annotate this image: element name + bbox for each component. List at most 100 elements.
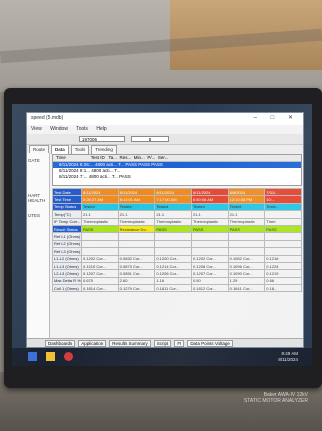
table-cell[interactable]: Tested — [117, 202, 156, 212]
table-cell[interactable]: Tested — [190, 202, 229, 212]
table-cell[interactable]: 0.1202 Cor... — [190, 254, 229, 263]
table-cell[interactable]: 0.670 — [81, 276, 119, 286]
table-cell[interactable]: 0.1207 Cor... — [81, 269, 119, 278]
table-cell[interactable]: 0.1208 Cor... — [190, 261, 229, 271]
table-cell[interactable]: 12:10:08 PM — [227, 195, 266, 204]
table-cell[interactable]: Therr — [264, 217, 302, 226]
list-item[interactable]: 8/11/2024 7:... 4800 acti... T... PASS — [53, 174, 301, 180]
table-cell[interactable]: 0.0873 Cor... — [117, 261, 156, 271]
table-cell[interactable]: Tested — [81, 202, 119, 212]
table-cell[interactable] — [227, 247, 266, 256]
table-cell[interactable]: 21.1 — [227, 210, 266, 219]
col-ser[interactable]: Ser... — [158, 155, 169, 160]
table-cell[interactable]: 8:26:27 AM — [81, 195, 119, 204]
table-cell[interactable]: PASS — [227, 224, 266, 234]
table-cell[interactable]: Thermoplastic — [190, 217, 229, 226]
table-cell[interactable] — [154, 232, 192, 241]
table-cell[interactable]: PASS — [81, 224, 119, 234]
left-label[interactable] — [27, 178, 49, 188]
menu-help[interactable]: Help — [96, 126, 106, 132]
table-cell[interactable]: 0.1206 Cor... — [154, 269, 192, 278]
table-cell[interactable] — [227, 232, 266, 241]
table-cell[interactable] — [117, 232, 156, 241]
left-label[interactable]: HART HEALTH — [27, 188, 49, 208]
table-cell[interactable]: 6:50:06 AM — [190, 195, 229, 204]
table-cell[interactable] — [81, 232, 119, 241]
left-label[interactable]: GATE — [27, 153, 49, 168]
table-cell[interactable] — [264, 210, 302, 219]
left-label[interactable] — [27, 168, 49, 178]
table-cell[interactable]: Resistance Do... — [117, 224, 156, 234]
table-cell[interactable]: PASS — [190, 224, 229, 234]
table-cell[interactable]: Thermoplastic — [81, 217, 119, 226]
table-cell[interactable]: Teste... — [264, 202, 302, 212]
table-cell[interactable] — [117, 247, 156, 256]
table-cell[interactable] — [264, 232, 302, 241]
table-cell[interactable]: 10:... — [264, 195, 302, 204]
table-cell[interactable] — [264, 247, 302, 256]
bottom-tab[interactable]: Script — [153, 339, 172, 347]
menu-view[interactable]: View — [31, 126, 42, 132]
count-field[interactable]: 8 — [131, 136, 169, 142]
table-cell[interactable]: 0.1219 — [264, 269, 302, 278]
table-cell[interactable]: 8/11/2024 — [81, 187, 119, 197]
bottom-tab[interactable]: FI — [174, 339, 185, 347]
table-cell[interactable]: 0.1279 Cor... — [117, 284, 156, 293]
table-cell[interactable]: 0.50 — [190, 276, 229, 286]
bottom-tab[interactable]: Dashboards — [45, 339, 76, 347]
table-cell[interactable]: 0.1214 Cor... — [154, 261, 192, 271]
table-cell[interactable]: PASS — [264, 224, 302, 234]
col-res[interactable]: Res... — [120, 155, 132, 160]
table-cell[interactable] — [264, 239, 302, 249]
table-cell[interactable]: 0.1224 — [264, 261, 302, 271]
app-icon[interactable] — [64, 352, 73, 361]
table-cell[interactable]: 21.1 — [117, 210, 156, 219]
col-min[interactable]: Min... — [134, 155, 145, 160]
table-cell[interactable]: 0.1812 Cor... — [190, 284, 229, 293]
folder-icon[interactable] — [46, 352, 55, 361]
table-cell[interactable]: 7/31/... — [264, 187, 302, 197]
table-cell[interactable] — [190, 232, 229, 241]
table-cell[interactable]: 8/11/2024 — [117, 187, 156, 197]
table-cell[interactable]: 0.66 — [264, 276, 302, 286]
table-cell[interactable]: 0.1641 Cor... — [227, 284, 266, 293]
table-cell[interactable] — [190, 239, 229, 249]
table-cell[interactable] — [154, 239, 192, 249]
menu-window[interactable]: Window — [50, 126, 68, 132]
table-cell[interactable]: Thermoplastic — [117, 217, 156, 226]
table-cell[interactable]: 0.1216 — [264, 254, 302, 263]
bottom-tab[interactable]: Application — [78, 339, 107, 347]
col-time[interactable]: Time — [56, 155, 66, 160]
table-cell[interactable]: 0.18... — [264, 284, 302, 293]
table-cell[interactable]: 21.1 — [81, 210, 119, 219]
table-cell[interactable]: 21.1 — [154, 210, 192, 219]
left-label[interactable]: UTES — [27, 208, 49, 223]
bottom-tab[interactable]: Results Summary — [109, 339, 151, 347]
table-cell[interactable]: Tested — [227, 202, 266, 212]
table-cell[interactable]: 2.60 — [117, 276, 156, 286]
bottom-tab[interactable]: Data Points Voltage — [187, 339, 233, 347]
table-cell[interactable]: 0.0832 Cor... — [117, 254, 156, 263]
table-cell[interactable]: 0.1200 Cor... — [154, 254, 192, 263]
table-cell[interactable]: 0.1202 Cor... — [81, 254, 119, 263]
id-field[interactable]: 197006 — [79, 136, 125, 142]
table-cell[interactable]: 0.1814 Cor... — [81, 284, 119, 293]
table-cell[interactable]: 0.1207 Cor... — [190, 269, 229, 278]
col-test-id[interactable]: Test ID — [91, 155, 105, 160]
table-cell[interactable]: 1.16 — [154, 276, 192, 286]
table-cell[interactable]: 0.1811 Cor... — [154, 284, 192, 293]
table-cell[interactable]: 0.1090 Cor... — [227, 269, 266, 278]
table-cell[interactable]: 8/11/2024 — [154, 187, 192, 197]
col-p[interactable]: P/... — [147, 155, 155, 160]
menu-tools[interactable]: Tools — [76, 126, 88, 132]
col-ta[interactable]: Ta... — [108, 155, 117, 160]
table-cell[interactable]: 0.1096 Cor... — [227, 261, 266, 271]
table-cell[interactable] — [81, 247, 119, 256]
table-cell[interactable]: Thermoplastic — [154, 217, 192, 226]
clock[interactable]: 8:49 AM 8/11/2024 — [278, 351, 298, 363]
table-cell[interactable]: 0.1082 Cor... — [227, 254, 266, 263]
table-cell[interactable] — [154, 247, 192, 256]
table-cell[interactable]: 8:13:01 AM — [117, 195, 156, 204]
start-icon[interactable] — [28, 352, 37, 361]
table-cell[interactable] — [227, 239, 266, 249]
